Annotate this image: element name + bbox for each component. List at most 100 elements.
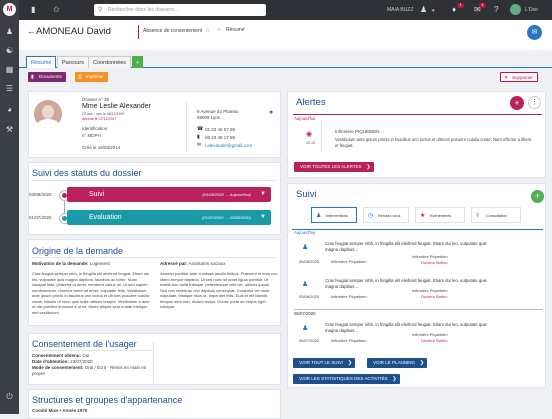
search-input[interactable]: ⚲ Rechercher dans les dossiers... <box>94 4 266 16</box>
group-icon[interactable]: ☯ <box>5 46 14 55</box>
breadcrumb[interactable]: Résumé <box>226 27 245 33</box>
consent-mode-label: Mode de consentement: <box>32 365 84 370</box>
follow-up-item[interactable]: ♟ 05/08/2020 Cras feugiat semper nibh, i… <box>291 274 541 310</box>
more-options-icon[interactable]: ⋮ <box>528 96 541 109</box>
chat-icon: ✉ <box>531 29 538 36</box>
power-icon[interactable]: ⏻ <box>5 392 14 401</box>
item-author: Docteur Bothio <box>421 294 448 299</box>
search-placeholder: Rechercher dans les dossiers... <box>108 7 179 13</box>
filter-consultation[interactable]: ⚕ Consultation <box>471 207 521 223</box>
tab-parcours[interactable]: Parcours <box>57 56 90 68</box>
adresse-label: Adressé par: <box>160 261 188 266</box>
chevron-right-icon: ❯ <box>392 376 397 382</box>
filter-label: Interventions <box>326 214 348 218</box>
consent-date-value: 23/07/2020 <box>70 359 93 364</box>
add-tab-button[interactable]: + <box>132 56 143 68</box>
help-icon[interactable]: ? <box>494 5 498 14</box>
phone1[interactable]: 01 23 45 67 89 <box>205 127 235 133</box>
filter-interventions[interactable]: ♟ Interventions <box>311 207 357 223</box>
age: 22 ans - née le 08/12/1997 <box>82 112 125 116</box>
item-author: Infirmière Piquebien <box>331 294 367 299</box>
documents-button[interactable]: ▮ Documents <box>28 72 66 82</box>
item-author: Docteur Bothio <box>421 338 448 343</box>
alerts-card: Alertes + ⋮ Aujourd'hui ◉ 10:15 Infirmiè… <box>287 91 546 178</box>
walking-icon: ♟ <box>302 325 309 332</box>
user-label[interactable]: MAIA BUZZ <box>387 7 413 13</box>
chat-button[interactable]: ✉ <box>527 25 542 40</box>
status-suivi-row[interactable]: Suivi (03/08/2020 → Aujourd'hui) ▼ <box>67 187 271 202</box>
origin-text-right: Aenean porttitor ante a massa iaculis fi… <box>160 271 278 309</box>
tab-resume[interactable]: Résumé <box>26 56 57 68</box>
status-date: 01/07/2020 <box>29 215 52 220</box>
filter-evenements[interactable]: ★ Evènements <box>415 207 465 223</box>
avatar[interactable] <box>510 4 521 15</box>
mobile-icon: ▮ <box>197 134 200 140</box>
book-icon[interactable]: ▮ <box>31 5 35 14</box>
person-icon[interactable]: ♟ <box>5 27 14 36</box>
status-date: 03/08/2020 <box>29 192 52 197</box>
avatar <box>34 100 62 128</box>
left-sidebar: M ♟ ☯ ▦ ☰ ◕ ⚒ ⏻ <box>0 0 19 414</box>
walking-icon: ♟ <box>316 213 322 219</box>
user-menu-icon[interactable]: ♟ <box>420 5 427 14</box>
bell-icon[interactable]: ♦ <box>452 5 456 14</box>
person-name: Mme Leslie Alexander <box>82 103 151 110</box>
divider <box>32 180 277 181</box>
see-statistics-label: VOIR LES STATISTIQUES DES ACTIVITÉS <box>299 376 388 381</box>
see-all-follow-up-button[interactable]: VOIR TOUT LE SUIVI ❯ <box>293 358 356 368</box>
chevron-down-icon[interactable]: ▾ <box>432 8 435 14</box>
email-link[interactable]: l.alexander@gmail.com <box>205 143 252 149</box>
back-arrow-icon[interactable]: ← <box>27 26 36 36</box>
wrench-icon[interactable]: ⚒ <box>5 125 14 134</box>
map-pin-icon[interactable]: ● <box>269 109 273 116</box>
chevron-down-icon: ▼ <box>260 191 266 197</box>
add-alert-button[interactable]: + <box>510 96 524 110</box>
created-date: Créé le 16/03/2014 <box>82 145 121 150</box>
divider <box>138 25 139 39</box>
chevron-right-icon: ❯ <box>347 360 353 366</box>
see-planning-button[interactable]: VOIR LE PLANNING ❯ <box>367 358 428 368</box>
print-button[interactable]: ⎙ Imprimer <box>75 72 108 82</box>
structure-item: Comité Miss • Année 1970 <box>32 408 88 413</box>
star-icon[interactable]: ☆ <box>205 27 210 34</box>
divider <box>293 114 542 115</box>
item-date: 05/08/2020 <box>299 259 320 264</box>
patient-header: ← AMONEAU David Absence de consentement … <box>19 20 552 50</box>
list-icon[interactable]: ☰ <box>5 84 14 93</box>
structures-title: Structures et groupes d'appartenance <box>32 395 183 405</box>
see-all-alerts-button[interactable]: VOIR TOUTES LES ALERTES ❯ <box>294 162 374 172</box>
follow-up-item[interactable]: ♟ 05/08/2020 Cras feugiat semper nibh, i… <box>291 239 541 275</box>
print-label: Imprimer <box>86 74 104 79</box>
item-date: 05/07/2020 <box>299 338 320 343</box>
pie-chart-icon[interactable]: ◕ <box>5 105 14 114</box>
filter-rendez-vous[interactable]: ◷ Rendez-vous <box>363 207 409 223</box>
see-all-follow-up-label: VOIR TOUT LE SUIVI <box>299 360 344 365</box>
section-date: 05/07/2020 <box>294 311 316 316</box>
chevron-right-icon: ❯ <box>419 360 425 366</box>
chevron-right-icon: ❯ <box>366 164 371 170</box>
add-follow-up-button[interactable]: + <box>531 190 544 203</box>
mail-badge: 4 <box>479 3 486 8</box>
status-evaluation-row[interactable]: Evaluation (01/07/2020 → 03/08/2020) ▼ <box>67 210 271 225</box>
item-author: Infirmière Piquebien <box>331 338 367 343</box>
app-logo[interactable]: M <box>3 3 16 16</box>
tab-coordonnees[interactable]: Coordonnées <box>88 56 132 68</box>
tab-bar: Résumé Parcours Coordonnées + <box>19 54 552 68</box>
calendar-icon[interactable]: ▦ <box>5 65 14 74</box>
see-statistics-button[interactable]: VOIR LES STATISTIQUES DES ACTIVITÉS ❯ <box>293 374 400 384</box>
structures-card: Structures et groupes d'appartenance Com… <box>28 389 281 419</box>
alert-author: Infirmière PIQUEBIEN <box>335 129 380 134</box>
alert-icon: ◉ <box>306 131 313 138</box>
filter-label: Rendez-vous <box>378 214 401 218</box>
item-text: Cras feugiat semper nibh, in fringilla e… <box>325 241 487 252</box>
delete-button[interactable]: ✕ Supprimer <box>500 72 538 82</box>
consent-status: Absence de consentement <box>143 28 203 34</box>
filter-label: Evènements <box>430 214 452 218</box>
pin-icon[interactable]: ✩ <box>53 5 60 14</box>
see-planning-label: VOIR LE PLANNING <box>373 360 416 365</box>
profile-label[interactable]: L'Ose <box>525 7 538 13</box>
filter-label: Consultation <box>486 214 508 218</box>
follow-up-item[interactable]: ♟ 05/07/2020 Cras feugiat semper nibh, i… <box>291 318 541 354</box>
home-icon[interactable]: ⌂ <box>217 27 221 33</box>
phone2[interactable]: 06 23 45 17 89 <box>205 135 235 141</box>
